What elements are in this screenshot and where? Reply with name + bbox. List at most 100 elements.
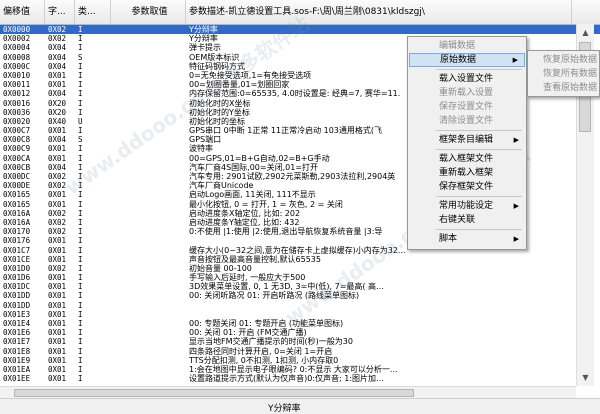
context-menu: 编辑数据 原始数据 ▶ 载入设置文件 重新载入设置 保存设置文件清除设置文件框架条目编辑 ▶… xyxy=(407,36,527,250)
menu-item[interactable]: 载入框架文件 xyxy=(409,152,525,166)
table-row[interactable]: 0X01EA 0X01 I 1:会在地图中显示电子眼编码? 0:不显示 大家可以分析一… xyxy=(0,365,600,374)
cell-description: 设置路道提示方式(默认为仅声音)0:仅声音; 1:图片加... xyxy=(189,374,384,384)
cell-size: 0X01 xyxy=(48,328,67,338)
column-header-value[interactable]: 参数取值 xyxy=(111,0,186,24)
menu-item[interactable]: 脚本 ▶ xyxy=(409,232,525,246)
menu-item-label: 载入框架文件 xyxy=(439,154,494,164)
cell-size: 0X04 xyxy=(48,52,67,62)
cell-size: 0X02 xyxy=(48,208,67,218)
cell-offset: 0X01E4 xyxy=(3,319,31,328)
cell-size: 0X02 xyxy=(48,217,67,227)
table-row[interactable]: 0X01D6 0X01 I 手写输入后延时, 一般应大于500 xyxy=(0,273,600,282)
cell-type: I xyxy=(78,43,83,53)
menu-item[interactable]: 右键关联 xyxy=(409,213,525,227)
table-row[interactable]: 0X01D0 0X02 I 初始音量 00-100 xyxy=(0,264,600,273)
cell-description: 最小化按钮, 0 = 打开, 1 = 灰色, 2 = 关闭 xyxy=(189,199,343,209)
cell-offset: 0X01DD xyxy=(3,300,31,310)
horizontal-scrollbar[interactable] xyxy=(0,386,576,398)
menu-item[interactable]: 原始数据 ▶ xyxy=(409,53,525,67)
cell-description: 启动Logo画面, 11关闭, 111不显示 xyxy=(189,190,316,200)
table-row[interactable]: 0X01DD 0X01 I 00: 关闭听路况 01: 开启听路况 (路线菜单图标) xyxy=(0,291,600,300)
menu-item[interactable]: 清除设置文件 xyxy=(409,114,525,128)
cell-value xyxy=(111,246,186,255)
cell-value xyxy=(111,190,186,199)
scroll-down-icon[interactable]: ▼ xyxy=(577,369,594,386)
cell-value xyxy=(111,209,186,218)
table-row[interactable]: 0X01E9 0X01 I TTS分配扣测, 0不扣测, 1扣测, 小内存取0 xyxy=(0,356,600,365)
table-row[interactable]: 0X01EE 0X01 I 设置路道提示方式(默认为仅声音)0:仅声音; 1:图片加.… xyxy=(0,374,600,383)
cell-size: 0X02 xyxy=(48,25,67,34)
submenu-item[interactable]: 查看原始数据 xyxy=(529,81,599,95)
cell-description xyxy=(186,301,600,310)
column-header-description[interactable]: 参数描述-凯立德设置工具.sos-F:\周\周兰刚\0831\kldszgj\ xyxy=(186,0,572,24)
cell-description: 初始化时的Y坐标 xyxy=(189,107,250,117)
cell-size: 0X01 xyxy=(48,199,67,209)
horizontal-scroll-thumb[interactable] xyxy=(14,389,414,397)
menu-item[interactable]: 常用功能设定 ▶ xyxy=(409,199,525,213)
cell-size: 0X01 xyxy=(48,236,67,246)
scroll-up-icon[interactable]: ▲ xyxy=(577,24,594,41)
table-row[interactable]: 0X01E8 0X01 I 四条路径同时计算开启, 0=关闭 1=开启 xyxy=(0,347,600,356)
cell-type: I xyxy=(78,245,83,255)
cell-offset: 0X01EA xyxy=(3,364,31,374)
cell-offset: 0X0000 xyxy=(3,25,31,34)
cell-size: 0X01 xyxy=(48,245,67,255)
table-row[interactable]: 0X01CE 0X01 I 声音按钮及最高音量控制,默认65535 xyxy=(0,255,600,264)
menu-item[interactable]: 框架条目编辑 ▶ xyxy=(409,133,525,147)
cell-value xyxy=(111,99,186,108)
table-row[interactable]: 0X01E7 0X01 I 显示当地FM交通广播提示的时间(秒)一般为30 xyxy=(0,337,600,346)
menu-item[interactable]: 重新载入设置 xyxy=(409,86,525,100)
cell-type: S xyxy=(78,52,83,62)
cell-size: 0X02 xyxy=(48,181,67,191)
cell-description: GPS端口 xyxy=(189,135,222,145)
cell-value xyxy=(111,227,186,236)
cell-size: 0X01 xyxy=(48,273,67,283)
status-text: Y分辩率 xyxy=(268,404,301,414)
cell-value xyxy=(111,43,186,52)
table-row[interactable]: 0X01E6 0X01 I 00: 关闭 01: 开启 (FM交通广播) xyxy=(0,328,600,337)
cell-value xyxy=(111,135,186,144)
menu-item-label: 常用功能设定 xyxy=(439,201,494,211)
cell-size: 0X01 xyxy=(48,374,67,384)
table-row[interactable]: 0X0000 0X02 I Y分辩率 xyxy=(0,25,600,35)
cell-type: S xyxy=(78,135,83,145)
cell-size: 0X04 xyxy=(48,135,67,145)
cell-value xyxy=(111,255,186,264)
cell-size: 0X40 xyxy=(48,116,67,126)
cell-type: U xyxy=(78,116,83,126)
cell-offset: 0X00CA xyxy=(3,153,31,163)
column-header-type[interactable]: 类... xyxy=(75,0,111,24)
menu-item[interactable]: 编辑数据 xyxy=(409,39,525,53)
cell-description: 3D效果菜单设置, 0, 1 无3D, 3=中(低), 7=最高( 高... xyxy=(189,282,384,292)
cell-value xyxy=(111,282,186,291)
cell-offset: 0X00DC xyxy=(3,172,31,181)
menu-item-label: 清除设置文件 xyxy=(439,116,494,126)
table-row[interactable]: 0X01DC 0X01 I 3D效果菜单设置, 0, 1 无3D, 3=中(低), 7… xyxy=(0,282,600,291)
column-header-offset[interactable]: 偏移值 xyxy=(0,0,45,24)
menu-item-label: 右键关联 xyxy=(439,215,476,225)
table-row[interactable]: 0X01E3 0X01 I xyxy=(0,310,600,319)
menu-item-label: 框架条目编辑 xyxy=(439,135,494,145)
cell-size: 0X01 xyxy=(48,70,67,80)
column-header-size[interactable]: 字... xyxy=(45,0,75,24)
menu-item[interactable]: 重新载入框架 xyxy=(409,166,525,180)
cell-size: 0X01 xyxy=(48,80,67,90)
cell-offset: 0X0008 xyxy=(3,52,31,62)
cell-type: I xyxy=(78,319,83,328)
table-row[interactable]: 0X01DD 0X01 I xyxy=(0,301,600,310)
menu-item[interactable]: 载入设置文件 xyxy=(409,72,525,86)
cell-type: I xyxy=(78,263,83,273)
cell-description: 启动进度条X轴定位, 比如: 202 xyxy=(189,208,301,218)
cell-value xyxy=(111,301,186,310)
cell-size: 0X04 xyxy=(48,89,67,99)
menu-separator xyxy=(436,69,522,70)
cell-size: 0X02 xyxy=(48,263,67,273)
cell-offset: 0X00C7 xyxy=(3,126,31,136)
cell-value xyxy=(111,319,186,328)
cell-description: 初始化时的坐标 xyxy=(189,116,245,126)
menu-item[interactable]: 保存设置文件 xyxy=(409,100,525,114)
submenu-item[interactable]: 恢复所有数据 xyxy=(529,67,599,81)
menu-item[interactable]: 保存框架文件 xyxy=(409,180,525,194)
submenu-item[interactable]: 恢复原始数据 xyxy=(529,53,599,67)
table-row[interactable]: 0X01E4 0X01 I 00: 专题关闭 01: 专题开启 (功能菜单图标) xyxy=(0,319,600,328)
